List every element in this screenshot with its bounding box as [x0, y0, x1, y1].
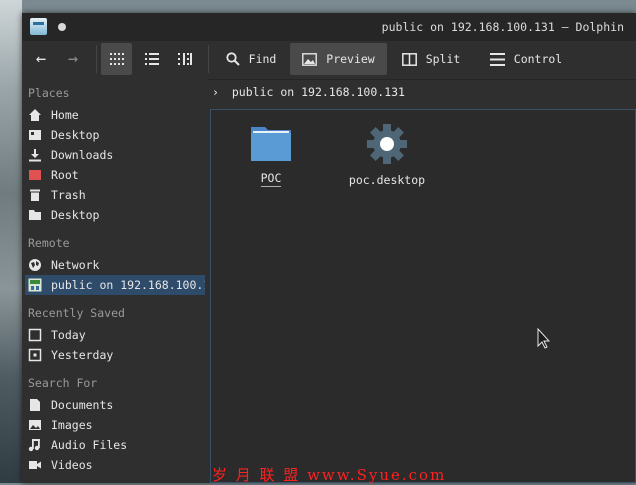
breadcrumb-path: public on 192.168.100.131: [231, 85, 405, 99]
music-note-icon: [28, 439, 40, 452]
places-item-today[interactable]: Today: [25, 325, 205, 345]
split-button[interactable]: Split: [396, 43, 466, 75]
places-item-label: Today: [51, 328, 86, 342]
mouse-pointer-icon: [537, 328, 551, 349]
places-item-yesterday[interactable]: Yesterday: [25, 345, 205, 365]
calendar-today-icon: [28, 328, 42, 342]
places-item-label: Documents: [51, 398, 114, 412]
places-item-label: Yesterday: [51, 348, 114, 362]
titlebar: public on 192.168.100.131 — Dolphin: [22, 13, 636, 41]
places-item-audio-files[interactable]: Audio Files: [25, 435, 205, 455]
folder-icon: [251, 127, 291, 161]
document-icon: [30, 399, 40, 411]
file-view[interactable]: POC poc.desktop: [210, 109, 636, 483]
places-item-root[interactable]: Root: [25, 165, 205, 185]
places-item-label: Home: [51, 108, 79, 122]
image-icon: [302, 52, 318, 66]
split-view-icon: [401, 52, 417, 66]
arrow-right-icon: →: [67, 49, 79, 69]
places-item-label: Downloads: [51, 148, 114, 162]
toolbar-separator: [96, 45, 97, 73]
file-name: poc.desktop: [348, 173, 426, 187]
control-button[interactable]: Control: [485, 43, 567, 75]
places-item-label: Videos: [51, 458, 93, 472]
forward-button[interactable]: →: [60, 43, 86, 75]
places-panel: Places Home Desktop Downloads Root Trash…: [22, 79, 208, 483]
control-label: Control: [513, 52, 563, 66]
places-item-label: Audio Files: [51, 438, 128, 452]
network-share-icon: [28, 278, 42, 292]
places-item-label: public on 192.168.100.131: [51, 278, 205, 292]
find-button[interactable]: Find: [220, 43, 282, 75]
compact-view-button[interactable]: [136, 43, 167, 75]
places-item-images[interactable]: Images: [25, 415, 205, 435]
gear-icon: [367, 124, 407, 164]
breadcrumb[interactable]: › public on 192.168.100.131: [212, 85, 405, 99]
calendar-yesterday-icon: [28, 348, 42, 362]
places-item-trash[interactable]: Trash: [25, 185, 205, 205]
hamburger-menu-icon: [489, 52, 505, 66]
desktop-wallpaper: [0, 0, 22, 483]
section-title-recently-saved: Recently Saved: [28, 306, 125, 320]
places-item-public-share[interactable]: public on 192.168.100.131: [25, 275, 205, 295]
places-item-home[interactable]: Home: [25, 105, 205, 125]
app-icon[interactable]: [30, 18, 47, 35]
desktop-icon: [29, 130, 41, 140]
search-icon: [226, 52, 240, 66]
video-camera-icon: [29, 461, 41, 469]
places-item-label: Root: [51, 168, 79, 182]
details-view-icon: [177, 53, 192, 65]
window-title: public on 192.168.100.131 — Dolphin: [381, 20, 624, 34]
back-button[interactable]: ←: [28, 43, 54, 75]
places-item-label: Desktop: [51, 128, 100, 142]
details-view-button[interactable]: [169, 43, 200, 75]
places-item-network[interactable]: Network: [25, 255, 205, 275]
places-item-label: Images: [51, 418, 93, 432]
section-title-remote: Remote: [28, 236, 70, 250]
watermark-text: 岁 月 联 盟 www.Syue.com: [212, 466, 447, 484]
file-item-poc[interactable]: POC: [225, 124, 317, 187]
preview-button[interactable]: Preview: [290, 43, 387, 75]
image-icon: [29, 420, 41, 430]
trash-icon: [30, 189, 40, 201]
section-title-search-for: Search For: [28, 376, 98, 390]
folder-icon: [29, 210, 41, 220]
places-item-documents[interactable]: Documents: [25, 395, 205, 415]
pin-icon[interactable]: [58, 23, 66, 31]
arrow-left-icon: ←: [35, 49, 47, 69]
places-item-desktop[interactable]: Desktop: [25, 125, 205, 145]
places-item-label: Desktop: [51, 208, 100, 222]
download-icon: [29, 149, 41, 162]
toolbar: ← → Find Preview Split Control: [22, 41, 636, 80]
places-item-label: Network: [51, 258, 100, 272]
preview-label: Preview: [326, 52, 375, 66]
places-item-label: Trash: [51, 188, 86, 202]
icons-view-button[interactable]: [101, 43, 132, 75]
globe-icon: [29, 259, 41, 271]
places-item-downloads[interactable]: Downloads: [25, 145, 205, 165]
list-view-icon: [144, 53, 159, 65]
places-item-videos[interactable]: Videos: [25, 455, 205, 475]
find-label: Find: [248, 52, 277, 66]
toolbar-separator: [208, 45, 209, 73]
places-item-desktop-folder[interactable]: Desktop: [25, 205, 205, 225]
split-label: Split: [425, 52, 461, 66]
home-icon: [29, 109, 41, 121]
section-title-places: Places: [28, 86, 70, 100]
icons-view-icon: [109, 53, 124, 65]
file-item-poc-desktop[interactable]: poc.desktop: [341, 124, 433, 187]
file-name: POC: [260, 171, 282, 187]
chevron-right-icon: ›: [212, 85, 219, 99]
red-folder-icon: [29, 170, 41, 180]
dolphin-window: public on 192.168.100.131 — Dolphin ← →: [22, 13, 636, 483]
